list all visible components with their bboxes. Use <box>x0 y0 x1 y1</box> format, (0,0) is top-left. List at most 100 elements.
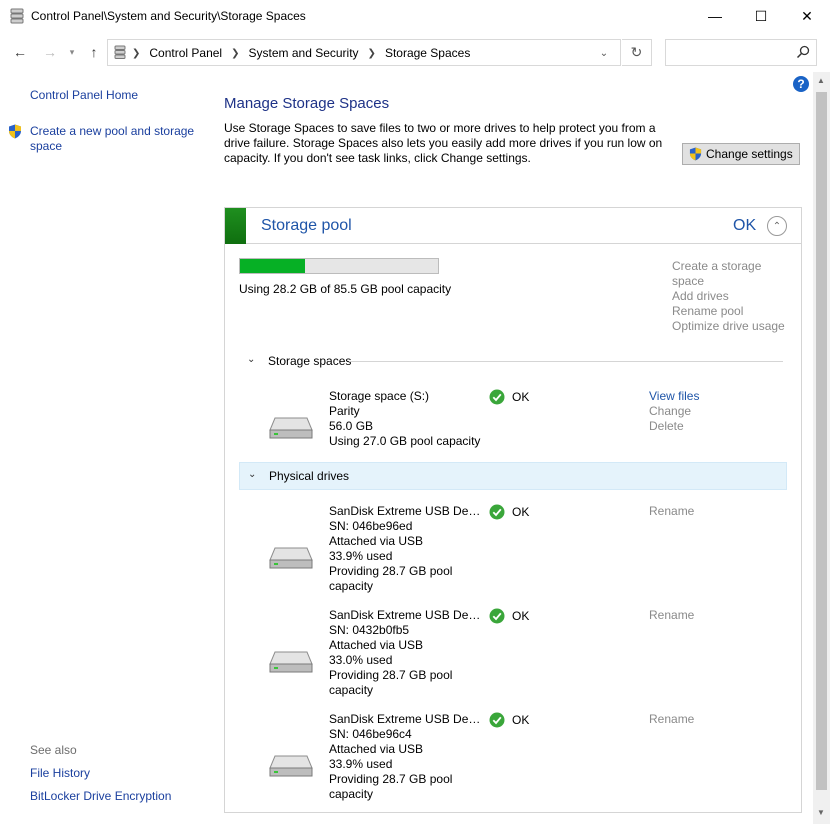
create-storage-space-link[interactable]: Create a storage space <box>672 259 762 289</box>
drive-icon <box>269 417 313 439</box>
navigation-bar: ← → ▾ ↑ ❯ Control Panel ❯ System and Sec… <box>0 32 830 72</box>
drive-name: SanDisk Extreme USB Devi... <box>329 608 481 622</box>
drive-connection: Attached via USB <box>329 638 424 652</box>
drive-percent-used: 33.9% used <box>329 549 393 563</box>
storage-space-actions: View files Change Delete <box>649 389 739 434</box>
physical-drives-label: Physical drives <box>269 469 350 483</box>
maximize-button[interactable]: ☐ <box>738 0 784 32</box>
physical-drive-details: SanDisk Extreme USB Devi... SN: 0432b0fb… <box>329 608 481 698</box>
rename-drive-link[interactable]: Rename <box>649 712 739 727</box>
drive-percent-used: 33.9% used <box>329 757 393 771</box>
drive-serial: SN: 046be96c4 <box>329 727 412 741</box>
drive-capacity: Providing 28.7 GB pool capacity <box>329 772 453 801</box>
rename-pool-link[interactable]: Rename pool <box>672 304 797 319</box>
see-also-label: See also <box>30 743 77 757</box>
ok-check-icon <box>489 389 505 405</box>
vertical-scrollbar[interactable]: ▲ ▼ <box>813 72 830 824</box>
bitlocker-link[interactable]: BitLocker Drive Encryption <box>30 789 171 804</box>
storage-space-status: OK <box>489 389 529 405</box>
recent-locations-button[interactable]: ▾ <box>66 42 78 62</box>
change-link[interactable]: Change <box>649 404 739 419</box>
back-button[interactable]: ← <box>10 42 30 62</box>
chevron-right-icon[interactable]: ❯ <box>132 48 140 59</box>
storage-spaces-section-header[interactable]: ⌄ Storage spaces <box>239 347 787 375</box>
storage-space-size: 56.0 GB <box>329 419 374 433</box>
drive-serial: SN: 0432b0fb5 <box>329 623 410 637</box>
breadcrumb-control-panel[interactable]: Control Panel <box>149 46 222 60</box>
up-button[interactable]: ↑ <box>84 42 104 62</box>
pool-status-stripe <box>225 208 246 244</box>
drive-actions: Rename <box>649 504 739 519</box>
address-bar[interactable]: ❯ Control Panel ❯ System and Security ❯ … <box>107 39 621 66</box>
optimize-drive-usage-link[interactable]: Optimize drive usage <box>672 319 797 334</box>
drive-icon <box>269 547 313 569</box>
search-input[interactable] <box>665 39 817 66</box>
storage-pool-header[interactable]: Storage pool OK ⌃ <box>225 208 801 244</box>
storage-spaces-icon <box>114 45 126 59</box>
minimize-button[interactable]: — <box>692 0 738 32</box>
scroll-up-arrow-icon[interactable]: ▲ <box>817 76 825 85</box>
drive-connection: Attached via USB <box>329 534 424 548</box>
pool-task-links: Create a storage space Add drives Rename… <box>672 259 797 334</box>
chevron-down-icon[interactable]: ⌄ <box>247 354 255 365</box>
address-dropdown-button[interactable]: ⌄ <box>596 46 612 60</box>
help-icon[interactable]: ? <box>793 76 809 92</box>
add-drives-link[interactable]: Add drives <box>672 289 797 304</box>
status-text: OK <box>512 505 530 519</box>
delete-link[interactable]: Delete <box>649 419 739 434</box>
chevron-right-icon[interactable]: ❯ <box>368 48 376 59</box>
pool-usage-fill <box>240 259 306 273</box>
section-divider <box>349 361 783 362</box>
title-bar: Control Panel\System and Security\Storag… <box>0 0 830 32</box>
search-icon[interactable] <box>796 45 810 59</box>
physical-drive-details: SanDisk Extreme USB Devi... SN: 046be96e… <box>329 504 481 594</box>
drive-name: SanDisk Extreme USB Devi... <box>329 504 481 518</box>
file-history-link[interactable]: File History <box>30 766 90 781</box>
rename-drive-link[interactable]: Rename <box>649 504 739 519</box>
chevron-right-icon[interactable]: ❯ <box>231 48 239 59</box>
drive-capacity: Providing 28.7 GB pool capacity <box>329 564 453 593</box>
scroll-thumb[interactable] <box>816 92 827 790</box>
ok-check-icon <box>489 712 505 728</box>
change-settings-button[interactable]: Change settings <box>682 143 800 165</box>
storage-space-resiliency: Parity <box>329 404 360 418</box>
status-text: OK <box>512 609 530 623</box>
close-button[interactable]: ✕ <box>784 0 830 32</box>
ok-check-icon <box>489 608 505 624</box>
drive-status: OK <box>489 712 529 728</box>
collapse-chevron-up-icon[interactable]: ⌃ <box>767 216 787 236</box>
storage-pool-panel: Storage pool OK ⌃ Using 28.2 GB of 85.5 … <box>224 207 802 813</box>
chevron-down-icon[interactable]: ⌄ <box>248 469 256 480</box>
storage-space-name: Storage space (S:) <box>329 389 430 403</box>
drive-connection: Attached via USB <box>329 742 424 756</box>
pool-status: OK <box>733 217 757 234</box>
scroll-down-arrow-icon[interactable]: ▼ <box>817 808 825 817</box>
change-settings-label: Change settings <box>706 147 793 161</box>
pool-usage-bar <box>239 258 439 274</box>
drive-capacity: Providing 28.7 GB pool capacity <box>329 668 453 697</box>
control-panel-home-link[interactable]: Control Panel Home <box>30 88 138 103</box>
status-text: OK <box>512 713 530 727</box>
drive-icon <box>269 651 313 673</box>
breadcrumb: ❯ Control Panel ❯ System and Security ❯ … <box>132 46 470 60</box>
storage-space-usage: Using 27.0 GB pool capacity <box>329 434 481 448</box>
drive-status: OK <box>489 504 529 520</box>
status-text: OK <box>512 390 530 404</box>
drive-name: SanDisk Extreme USB Devi... <box>329 712 481 726</box>
breadcrumb-storage-spaces[interactable]: Storage Spaces <box>385 46 470 60</box>
breadcrumb-system-and-security[interactable]: System and Security <box>249 46 359 60</box>
uac-shield-icon <box>689 147 702 161</box>
physical-drives-section-header[interactable]: ⌄ Physical drives <box>239 462 787 490</box>
forward-button[interactable]: → <box>40 42 60 62</box>
page-description: Use Storage Spaces to save files to two … <box>224 121 663 165</box>
drive-percent-used: 33.0% used <box>329 653 393 667</box>
rename-drive-link[interactable]: Rename <box>649 608 739 623</box>
create-pool-link[interactable]: Create a new pool and storage space <box>30 124 210 154</box>
refresh-button[interactable]: ↻ <box>622 39 652 66</box>
view-files-link[interactable]: View files <box>649 389 739 404</box>
ok-check-icon <box>489 504 505 520</box>
pool-usage-text: Using 28.2 GB of 85.5 GB pool capacity <box>239 282 452 296</box>
page-title: Manage Storage Spaces <box>224 95 390 112</box>
physical-drive-details: SanDisk Extreme USB Devi... SN: 046be96c… <box>329 712 481 802</box>
drive-actions: Rename <box>649 608 739 623</box>
